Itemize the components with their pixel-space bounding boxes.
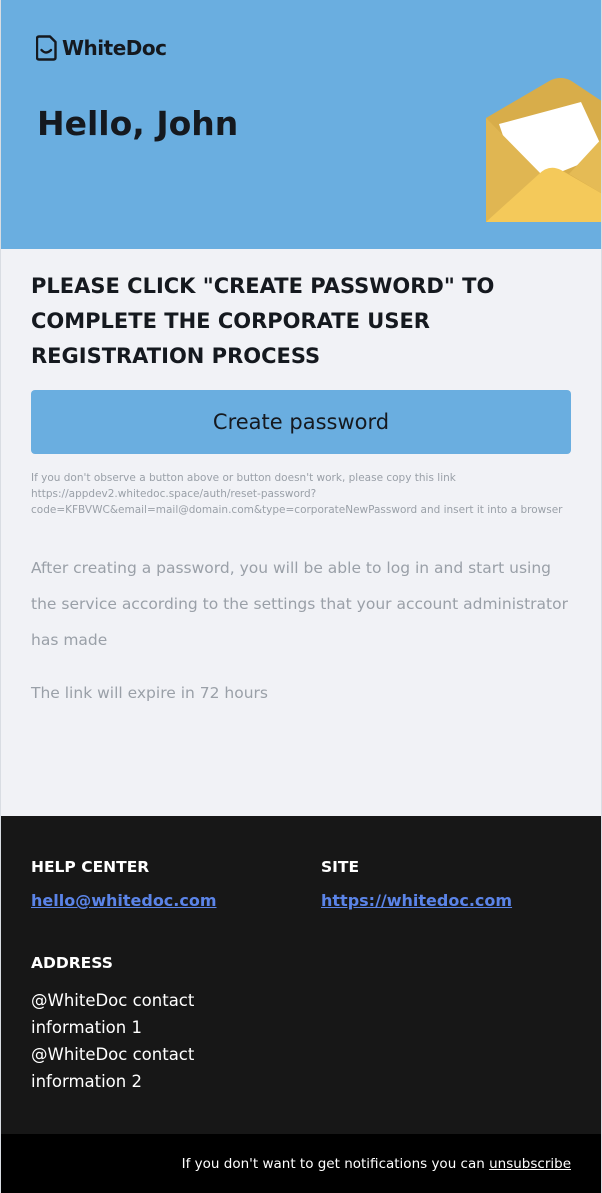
email-header: WhiteDoc Hello, John (1, 0, 601, 249)
unsubscribe-link[interactable]: unsubscribe (489, 1156, 571, 1172)
document-icon (36, 35, 57, 61)
email-container: WhiteDoc Hello, John PLEASE CLICK "CREAT… (0, 0, 602, 1193)
email-body: PLEASE CLICK "CREATE PASSWORD" TO COMPLE… (1, 249, 601, 816)
site-link[interactable]: https://whitedoc.com (321, 890, 512, 912)
envelope-icon (486, 78, 601, 222)
fallback-suffix: and insert it into a browser (417, 504, 563, 516)
help-center-heading: HELP CENTER (31, 858, 150, 876)
address-heading: ADDRESS (31, 954, 113, 972)
address-line-2: @WhiteDoc contact information 2 (31, 1045, 195, 1091)
fallback-link[interactable]: https://appdev2.whitedoc.space/auth/rese… (31, 488, 417, 516)
address-line-1: @WhiteDoc contact information 1 (31, 991, 195, 1037)
brand-name: WhiteDoc (62, 36, 167, 60)
fallback-prefix: If you don't observe a button above or b… (31, 472, 456, 484)
unsubscribe-text: If you don't want to get notifications y… (182, 1154, 571, 1174)
help-center-email-link[interactable]: hello@whitedoc.com (31, 890, 217, 912)
address-text: @WhiteDoc contact information 1 @WhiteDo… (31, 987, 251, 1095)
site-heading: SITE (321, 858, 360, 876)
fallback-text: If you don't observe a button above or b… (31, 470, 571, 518)
brand-logo[interactable]: WhiteDoc (36, 35, 167, 61)
expiry-note: The link will expire in 72 hours (31, 684, 268, 702)
info-note: After creating a password, you will be a… (31, 559, 568, 649)
greeting-title: Hello, John (37, 104, 239, 143)
unsubscribe-prefix: If you don't want to get notifications y… (181, 1156, 490, 1172)
unsubscribe-bar: If you don't want to get notifications y… (1, 1134, 601, 1193)
create-password-button[interactable]: Create password (31, 390, 571, 454)
instruction-heading: PLEASE CLICK "CREATE PASSWORD" TO COMPLE… (31, 274, 495, 368)
email-footer: HELP CENTER hello@whitedoc.com SITE http… (1, 816, 601, 1134)
